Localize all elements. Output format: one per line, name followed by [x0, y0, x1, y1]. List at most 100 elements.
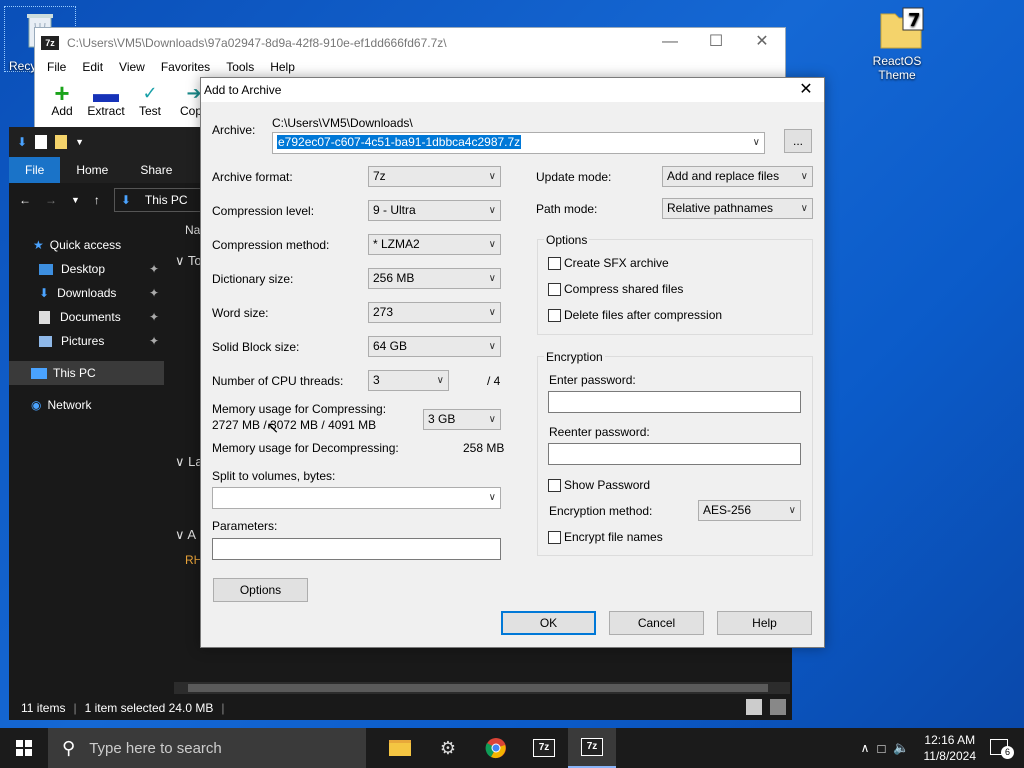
add-to-archive-dialog: Add to Archive ✕ Archive: C:\Users\VM5\D…: [200, 77, 825, 648]
encrypt-names-checkbox[interactable]: Encrypt file names: [548, 530, 663, 544]
address-bar[interactable]: ⬇ This PC: [113, 188, 204, 212]
dialog-close-icon[interactable]: ✕: [794, 79, 818, 101]
delete-after-checkbox[interactable]: Delete files after compression: [548, 308, 722, 322]
menu-favorites[interactable]: Favorites: [153, 58, 218, 78]
explorer-navigation-pane: ★ Quick access Desktop ✦ ⬇ Downloads ✦ Docum…: [9, 231, 164, 417]
archive-format-select[interactable]: 7z ∨: [368, 166, 501, 187]
mem-compress-label: Memory usage for Compressing:: [212, 402, 387, 416]
nav-downloads[interactable]: ⬇ Downloads ✦: [9, 281, 164, 305]
help-button[interactable]: Help: [717, 611, 812, 635]
properties-icon[interactable]: [35, 135, 48, 149]
archive-format-label: Archive format:: [212, 170, 293, 184]
reactos-theme-icon[interactable]: 7 ReactOS Theme: [862, 6, 932, 82]
ribbon-tab-file[interactable]: File: [9, 157, 61, 183]
horizontal-scrollbar[interactable]: [174, 682, 790, 694]
compression-level-select[interactable]: 9 - Ultra ∨: [368, 200, 501, 221]
compress-shared-label: Compress shared files: [564, 282, 684, 296]
enter-password-input[interactable]: [548, 391, 801, 413]
close-icon[interactable]: ✕: [739, 28, 785, 58]
ok-button[interactable]: OK: [501, 611, 596, 635]
menu-help[interactable]: Help: [262, 58, 303, 78]
scrollbar-thumb[interactable]: [188, 684, 768, 692]
solid-block-select[interactable]: 64 GB ∨: [368, 336, 501, 357]
menu-file[interactable]: File: [39, 58, 74, 78]
volume-icon[interactable]: 🔈: [893, 740, 909, 756]
taskbar-chrome-icon[interactable]: [472, 728, 520, 768]
test-button[interactable]: ✓ Test: [129, 82, 171, 118]
nav-desktop[interactable]: Desktop ✦: [9, 257, 164, 281]
computer-icon: [31, 367, 47, 379]
ribbon-tab-share[interactable]: Share: [124, 157, 188, 183]
network-status-icon[interactable]: □: [877, 741, 885, 756]
compression-method-select[interactable]: * LZMA2 ∨: [368, 234, 501, 255]
test-label: Test: [138, 104, 161, 118]
back-icon[interactable]: ←: [19, 193, 31, 207]
taskbar-7zip-active-icon[interactable]: 7z: [568, 728, 616, 768]
minimize-icon[interactable]: —: [647, 28, 693, 58]
group-last[interactable]: ∨ La: [175, 454, 203, 470]
menu-edit[interactable]: Edit: [74, 58, 111, 78]
nav-downloads-label: Downloads: [57, 286, 117, 300]
taskbar-settings-icon[interactable]: ⚙: [424, 728, 472, 768]
browse-button[interactable]: ...: [784, 129, 812, 153]
chevron-down-icon[interactable]: ▼: [75, 137, 84, 147]
taskbar-7zip-icon[interactable]: 7z: [520, 728, 568, 768]
nav-documents-label: Documents: [60, 310, 121, 324]
chevron-down-icon[interactable]: ∨: [753, 133, 760, 152]
forward-icon[interactable]: →: [45, 193, 57, 207]
taskbar-file-explorer-icon[interactable]: [376, 728, 424, 768]
extract-button[interactable]: ▬ Extract: [85, 80, 127, 118]
options-button[interactable]: Options: [213, 578, 308, 602]
nav-pictures[interactable]: Pictures ✦: [9, 329, 164, 353]
documents-icon: [39, 310, 50, 324]
nav-quick-access[interactable]: ★ Quick access: [9, 233, 164, 257]
path-mode-select[interactable]: Relative pathnames ∨: [662, 198, 813, 219]
ribbon-tab-home[interactable]: Home: [60, 157, 124, 183]
down-arrow-icon: ⬇: [17, 135, 28, 149]
folder-icon[interactable]: [55, 135, 68, 149]
split-volumes-label: Split to volumes, bytes:: [212, 469, 336, 483]
details-view-icon[interactable]: [746, 699, 762, 715]
cpu-threads-select[interactable]: 3 ∨: [368, 370, 449, 391]
dictionary-size-label: Dictionary size:: [212, 272, 294, 286]
nav-documents[interactable]: Documents ✦: [9, 305, 164, 329]
notification-count: 6: [1001, 746, 1014, 759]
reenter-password-input[interactable]: [548, 443, 801, 465]
group-a-label: A: [187, 527, 197, 542]
chevron-down-icon: ∨: [488, 273, 496, 284]
encryption-method-select[interactable]: AES-256 ∨: [698, 500, 801, 521]
chevron-up-icon[interactable]: ∧: [861, 741, 870, 755]
group-a[interactable]: ∨ A: [175, 527, 196, 543]
create-sfx-checkbox[interactable]: Create SFX archive: [548, 256, 669, 270]
column-header-name[interactable]: Na: [185, 223, 200, 237]
notification-icon[interactable]: 6: [990, 737, 1014, 759]
nav-this-pc[interactable]: This PC: [9, 361, 164, 385]
cancel-button[interactable]: Cancel: [609, 611, 704, 635]
solid-block-label: Solid Block size:: [212, 340, 300, 354]
maximize-icon[interactable]: ☐: [693, 28, 739, 58]
menu-tools[interactable]: Tools: [218, 58, 262, 78]
taskbar-search[interactable]: ⚲ Type here to search: [48, 728, 366, 768]
downloads-icon: ⬇: [39, 286, 50, 300]
nav-network[interactable]: ◉ Network: [9, 393, 164, 417]
cpu-threads-total: / 4: [487, 374, 501, 388]
add-button[interactable]: + Add: [41, 78, 83, 118]
start-button[interactable]: [0, 728, 48, 768]
dictionary-size-select[interactable]: 256 MB ∨: [368, 268, 501, 289]
plus-icon: +: [54, 78, 70, 108]
split-volumes-combo[interactable]: ∨: [212, 487, 501, 509]
memory-limit-select[interactable]: 3 GB ∨: [423, 409, 501, 430]
update-mode-select[interactable]: Add and replace files ∨: [662, 166, 813, 187]
archive-name-combo[interactable]: e792ec07-c607-4c51-ba91-1dbbca4c2987.7z …: [272, 132, 765, 154]
group-today[interactable]: ∨ To: [175, 253, 202, 269]
up-icon[interactable]: ↑: [94, 193, 100, 207]
chevron-down-icon: ∨: [800, 171, 808, 182]
clock[interactable]: 12:16 AM 11/8/2024: [918, 732, 983, 764]
word-size-select[interactable]: 273 ∨: [368, 302, 501, 323]
compress-shared-checkbox[interactable]: Compress shared files: [548, 282, 683, 296]
parameters-input[interactable]: [212, 538, 501, 560]
large-icons-view-icon[interactable]: [770, 699, 786, 715]
recent-dropdown-icon[interactable]: ▼: [71, 195, 80, 205]
menu-view[interactable]: View: [111, 58, 153, 78]
show-password-checkbox[interactable]: Show Password: [548, 478, 650, 492]
